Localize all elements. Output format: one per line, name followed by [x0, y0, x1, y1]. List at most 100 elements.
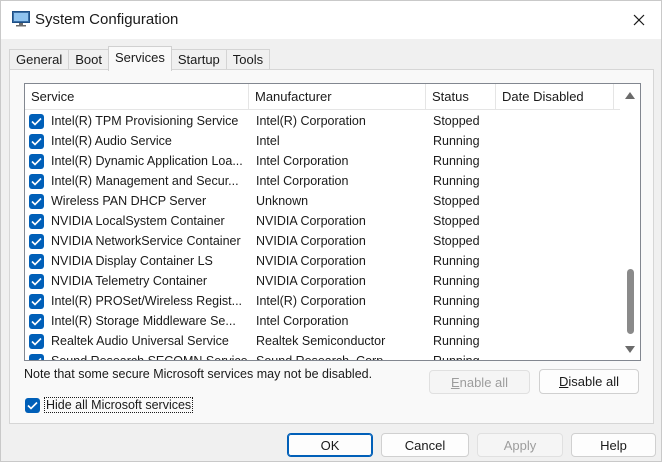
service-status: Stopped: [433, 114, 480, 128]
table-row[interactable]: NVIDIA Telemetry Container NVIDIA Corpora…: [25, 271, 621, 291]
list-header: Service Manufacturer Status Date Disable…: [25, 84, 621, 110]
checkbox-box[interactable]: [29, 194, 44, 209]
service-checkbox[interactable]: [29, 234, 44, 249]
checkbox-box[interactable]: [29, 174, 44, 189]
tab-boot[interactable]: Boot: [68, 49, 109, 70]
window-title: System Configuration: [35, 11, 179, 28]
scroll-up-arrow[interactable]: [624, 90, 636, 100]
checkmark-icon: [31, 117, 42, 126]
manufacturer-name: Intel: [256, 134, 280, 148]
hide-ms-services-checkbox[interactable]: Hide all Microsoft services: [25, 397, 194, 413]
service-status: Running: [433, 174, 480, 188]
apply-button[interactable]: Apply: [477, 433, 563, 457]
manufacturer-name: Realtek Semiconductor: [256, 334, 386, 348]
scroll-down-arrow[interactable]: [624, 344, 636, 354]
checkmark-icon: [31, 157, 42, 166]
checkbox-box[interactable]: [29, 294, 44, 309]
checkbox-box[interactable]: [29, 314, 44, 329]
scrollbar-track[interactable]: [620, 106, 640, 338]
triangle-up-icon: [625, 91, 635, 99]
column-header-date-disabled[interactable]: Date Disabled: [496, 84, 614, 110]
checkbox-box[interactable]: [29, 274, 44, 289]
service-status: Stopped: [433, 214, 480, 228]
service-checkbox[interactable]: [29, 334, 44, 349]
service-name: NVIDIA LocalSystem Container: [51, 214, 225, 228]
checkbox-box[interactable]: [29, 214, 44, 229]
vertical-scrollbar[interactable]: [620, 84, 640, 360]
disable-all-button[interactable]: Disable all: [539, 369, 639, 394]
table-row[interactable]: Wireless PAN DHCP Server Unknown Stopped: [25, 191, 621, 211]
checkbox-box[interactable]: [29, 354, 44, 360]
service-name: Sound Research SECOMN Service: [51, 354, 248, 361]
checkbox-box[interactable]: [29, 234, 44, 249]
close-button[interactable]: [617, 1, 661, 39]
scrollbar-thumb[interactable]: [627, 268, 634, 334]
tab-startup[interactable]: Startup: [170, 49, 227, 70]
checkmark-icon: [31, 237, 42, 246]
manufacturer-name: NVIDIA Corporation: [256, 234, 366, 248]
table-row[interactable]: Intel(R) Storage Middleware Se... Intel C…: [25, 311, 621, 331]
service-checkbox[interactable]: [29, 174, 44, 189]
enable-all-button[interactable]: Enable all: [429, 370, 530, 394]
hide-ms-checkbox-box[interactable]: [25, 397, 40, 413]
service-checkbox[interactable]: [29, 114, 44, 129]
tab-general[interactable]: General: [9, 49, 70, 70]
checkbox-box[interactable]: [29, 114, 44, 129]
cancel-button[interactable]: Cancel: [381, 433, 469, 457]
service-checkbox[interactable]: [29, 194, 44, 209]
service-checkbox[interactable]: [29, 154, 44, 169]
service-checkbox[interactable]: [29, 214, 44, 229]
table-row[interactable]: Intel(R) PROSet/Wireless Regist... Intel(…: [25, 291, 621, 311]
service-status: Running: [433, 314, 480, 328]
service-checkbox[interactable]: [29, 134, 44, 149]
service-checkbox[interactable]: [29, 314, 44, 329]
checkbox-box[interactable]: [29, 154, 44, 169]
services-list[interactable]: Service Manufacturer Status Date Disable…: [24, 83, 641, 361]
service-checkbox[interactable]: [29, 354, 44, 360]
checkbox-box[interactable]: [29, 134, 44, 149]
checkmark-icon: [38, 357, 42, 360]
table-row[interactable]: NVIDIA NetworkService Container NVIDIA Co…: [25, 231, 621, 251]
table-row[interactable]: Intel(R) Dynamic Application Loa... Intel…: [25, 151, 621, 171]
checkmark-icon: [31, 137, 42, 146]
checkmark-icon: [31, 277, 42, 286]
manufacturer-name: Unknown: [256, 194, 309, 208]
title-bar: System Configuration: [1, 1, 661, 39]
tab-services[interactable]: Services: [108, 46, 172, 71]
manufacturer-name: Sound Research, Corp.: [256, 354, 387, 361]
service-name: Realtek Audio Universal Service: [51, 334, 229, 348]
column-header-status[interactable]: Status: [426, 84, 496, 110]
checkmark-icon: [31, 337, 42, 346]
service-name: NVIDIA NetworkService Container: [51, 234, 241, 248]
column-header-service[interactable]: Service: [25, 84, 249, 110]
table-row[interactable]: Intel(R) TPM Provisioning Service Intel(R…: [25, 111, 621, 131]
list-rows: Intel(R) TPM Provisioning Service Intel(R…: [25, 111, 621, 361]
service-status: Running: [433, 274, 480, 288]
tab-tools[interactable]: Tools: [225, 49, 271, 70]
secure-services-note: Note that some secure Microsoft services…: [24, 367, 373, 381]
column-header-manufacturer[interactable]: Manufacturer: [249, 84, 426, 110]
service-checkbox[interactable]: [29, 254, 44, 269]
table-row[interactable]: Intel(R) Audio Service Intel Running: [25, 131, 621, 151]
service-checkbox[interactable]: [29, 294, 44, 309]
checkbox-box[interactable]: [29, 334, 44, 349]
service-checkbox[interactable]: [29, 274, 44, 289]
service-status: Running: [433, 294, 480, 308]
ok-button[interactable]: OK: [287, 433, 373, 457]
table-row[interactable]: Intel(R) Management and Secur... Intel Co…: [25, 171, 621, 191]
service-name: Intel(R) Management and Secur...: [51, 174, 239, 188]
manufacturer-name: Intel Corporation: [256, 314, 349, 328]
manufacturer-name: NVIDIA Corporation: [256, 214, 366, 228]
services-panel: Service Manufacturer Status Date Disable…: [9, 69, 654, 424]
table-row[interactable]: Sound Research SECOMN Service Sound Resea…: [25, 351, 621, 361]
service-name: NVIDIA Display Container LS: [51, 254, 213, 268]
service-status: Running: [433, 154, 480, 168]
table-row[interactable]: Realtek Audio Universal Service Realtek S…: [25, 331, 621, 351]
manufacturer-name: Intel Corporation: [256, 174, 349, 188]
checkbox-box[interactable]: [29, 254, 44, 269]
table-row[interactable]: NVIDIA Display Container LS NVIDIA Corpor…: [25, 251, 621, 271]
table-row[interactable]: NVIDIA LocalSystem Container NVIDIA Corpo…: [25, 211, 621, 231]
help-button[interactable]: Help: [571, 433, 656, 457]
system-configuration-window: System Configuration General Boot Servic…: [0, 0, 662, 462]
service-status: Stopped: [433, 194, 480, 208]
